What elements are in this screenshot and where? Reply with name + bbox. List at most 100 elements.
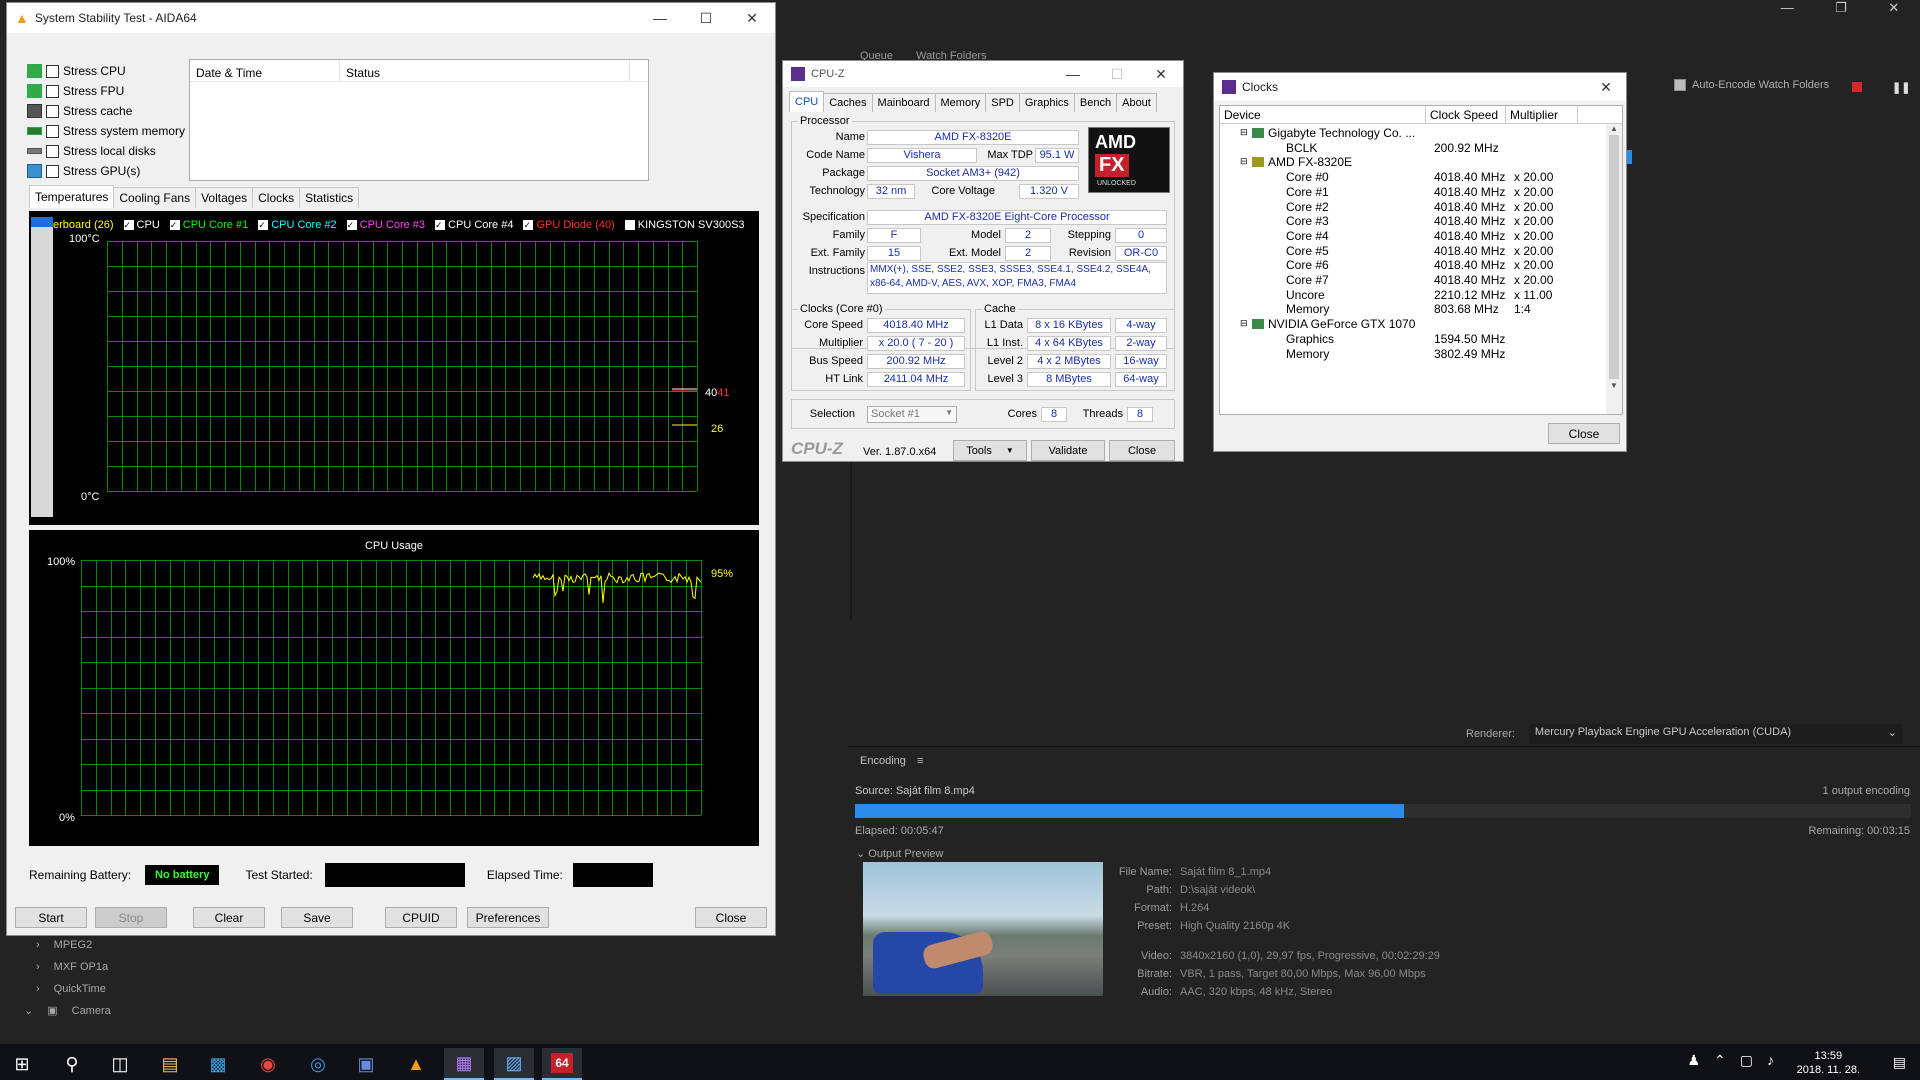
tab-caches[interactable]: Caches	[823, 93, 873, 112]
checkbox-checked-icon[interactable]: ✓	[258, 220, 269, 230]
close-icon[interactable]: ✕	[1139, 61, 1183, 87]
tab-temperatures[interactable]: Temperatures	[29, 185, 115, 208]
save-app-icon[interactable]: ▣	[346, 1048, 386, 1080]
cpuz-close-button[interactable]: Close	[1109, 440, 1175, 461]
preferences-button[interactable]: Preferences	[467, 907, 549, 928]
notifications-icon[interactable]: ▤	[1893, 1054, 1906, 1071]
restore-icon[interactable]: ❐	[1835, 0, 1847, 22]
scroll-down-icon[interactable]: ▼	[1606, 381, 1622, 390]
checkbox-icon[interactable]	[1674, 79, 1686, 91]
file-explorer-icon[interactable]: ▤	[150, 1048, 190, 1080]
aida64-taskbar-icon[interactable]: 64	[542, 1048, 582, 1080]
chrome-icon[interactable]: ◉	[248, 1048, 288, 1080]
tab-mainboard[interactable]: Mainboard	[871, 93, 936, 112]
legend-gpu-diode[interactable]: ✓ GPU Diode (40)	[523, 219, 615, 231]
output-preview-toggle[interactable]: ⌄ Output Preview	[856, 847, 943, 860]
renderer-select[interactable]: Mercury Playback Engine GPU Acceleration…	[1528, 724, 1903, 744]
volume-icon[interactable]: ♪	[1767, 1052, 1774, 1069]
windows-start-icon[interactable]: ⊞	[2, 1048, 42, 1080]
legend-kingston[interactable]: KINGSTON SV300S3	[624, 219, 745, 231]
collapse-icon[interactable]: ⊟	[1240, 318, 1248, 329]
checkbox-checked-icon[interactable]: ✓	[346, 220, 357, 230]
legend-core4[interactable]: ✓ CPU Core #4	[435, 219, 513, 231]
stress-gpu-option[interactable]: Stress GPU(s)	[27, 161, 185, 181]
legend-core2[interactable]: ✓ CPU Core #2	[258, 219, 337, 231]
tab-graphics[interactable]: Graphics	[1018, 93, 1075, 112]
tab-spd[interactable]: SPD	[985, 93, 1020, 112]
checkbox[interactable]	[46, 164, 59, 178]
chevron-up-icon[interactable]: ⌃	[1714, 1052, 1726, 1069]
minimize-icon[interactable]: —	[1781, 0, 1794, 22]
search-icon[interactable]: ⚲	[52, 1048, 92, 1080]
stress-cache-option[interactable]: Stress cache	[27, 101, 185, 121]
title-bar[interactable]: Clocks	[1214, 73, 1626, 101]
column-status[interactable]: Status	[340, 60, 630, 81]
close-icon[interactable]: ✕	[1586, 73, 1626, 101]
close-icon[interactable]: ✕	[1888, 0, 1899, 22]
checkbox-checked-icon[interactable]: ✓	[435, 220, 446, 230]
cpuz-taskbar-icon[interactable]: ▦	[444, 1048, 484, 1080]
column-multiplier[interactable]: Multiplier	[1506, 106, 1578, 123]
tab-cpu[interactable]: CPU	[789, 91, 825, 112]
checkbox-checked-icon[interactable]: ✓	[169, 220, 180, 230]
maximize-icon[interactable]: ☐	[1095, 61, 1139, 87]
tab-clocks[interactable]: Clocks	[252, 187, 301, 208]
stop-queue-button[interactable]	[1852, 82, 1862, 92]
checkbox[interactable]	[46, 64, 59, 78]
clear-button[interactable]: Clear	[193, 907, 265, 928]
panel-menu-icon[interactable]: ≡	[917, 755, 923, 767]
legend-motherboard[interactable]: erboard (26)	[53, 219, 114, 231]
checkbox[interactable]	[46, 104, 59, 118]
legend-core3[interactable]: ✓ CPU Core #3	[346, 219, 425, 231]
tab-statistics[interactable]: Statistics	[299, 187, 360, 208]
legend-core1[interactable]: ✓ CPU Core #1	[169, 219, 248, 231]
list-item[interactable]: › QuickTime	[20, 978, 111, 1000]
tab-bench[interactable]: Bench	[1073, 93, 1118, 112]
list-item[interactable]: › MXF OP1a	[20, 956, 111, 978]
vertical-scrollbar[interactable]: ▲ ▼	[1606, 124, 1622, 414]
checkbox[interactable]	[46, 144, 59, 158]
tab-cooling-fans[interactable]: Cooling Fans	[113, 187, 197, 208]
checkbox-checked-icon[interactable]: ✓	[123, 220, 134, 230]
vlc-icon[interactable]: ▲	[396, 1048, 436, 1080]
pause-queue-button[interactable]: ❚❚	[1892, 81, 1910, 94]
auto-encode-toggle[interactable]: Auto-Encode Watch Folders	[1674, 79, 1829, 91]
cpuid-button[interactable]: CPUID	[385, 907, 457, 928]
collapse-icon[interactable]: ⊟	[1240, 127, 1248, 138]
stress-memory-option[interactable]: Stress system memory	[27, 121, 185, 141]
minimize-icon[interactable]: —	[1051, 61, 1095, 87]
save-button[interactable]: Save	[281, 907, 353, 928]
scroll-up-icon[interactable]: ▲	[1606, 124, 1622, 133]
scroll-thumb[interactable]	[31, 217, 53, 227]
checkbox[interactable]	[46, 84, 59, 98]
stress-disks-option[interactable]: Stress local disks	[27, 141, 185, 161]
maximize-icon[interactable]: ☐	[683, 3, 729, 33]
start-button[interactable]: Start	[15, 907, 87, 928]
legend-scrollbar[interactable]	[31, 217, 53, 517]
column-date[interactable]: Date & Time	[190, 60, 340, 81]
stop-button[interactable]: Stop	[95, 907, 167, 928]
checkbox-checked-icon[interactable]: ✓	[523, 220, 534, 230]
validate-button[interactable]: Validate	[1031, 440, 1105, 461]
collapse-icon[interactable]: ⊟	[1240, 156, 1248, 167]
stress-fpu-option[interactable]: Stress FPU	[27, 81, 185, 101]
task-view-icon[interactable]: ◫	[100, 1048, 140, 1080]
legend-cpu[interactable]: ✓ CPU	[123, 219, 160, 231]
tab-voltages[interactable]: Voltages	[195, 187, 254, 208]
tools-button[interactable]: Tools ▼	[953, 440, 1027, 461]
network-app-icon[interactable]: ◎	[298, 1048, 338, 1080]
system-clock[interactable]: 13:59 2018. 11. 28.	[1797, 1049, 1860, 1077]
app-icon[interactable]: ▩	[198, 1048, 238, 1080]
clocks-close-button[interactable]: Close	[1548, 423, 1620, 444]
stress-cpu-option[interactable]: Stress CPU	[27, 61, 185, 81]
media-encoder-taskbar-icon[interactable]: ▨	[494, 1048, 534, 1080]
minimize-icon[interactable]: —	[637, 3, 683, 33]
checkbox-icon[interactable]	[624, 220, 635, 230]
close-button[interactable]: Close	[695, 907, 767, 928]
tab-memory[interactable]: Memory	[934, 93, 987, 112]
close-icon[interactable]: ✕	[729, 3, 775, 33]
checkbox[interactable]	[46, 124, 59, 138]
list-item[interactable]: › MPEG2	[20, 934, 111, 956]
scroll-thumb[interactable]	[1609, 135, 1619, 379]
tab-about[interactable]: About	[1116, 93, 1157, 112]
